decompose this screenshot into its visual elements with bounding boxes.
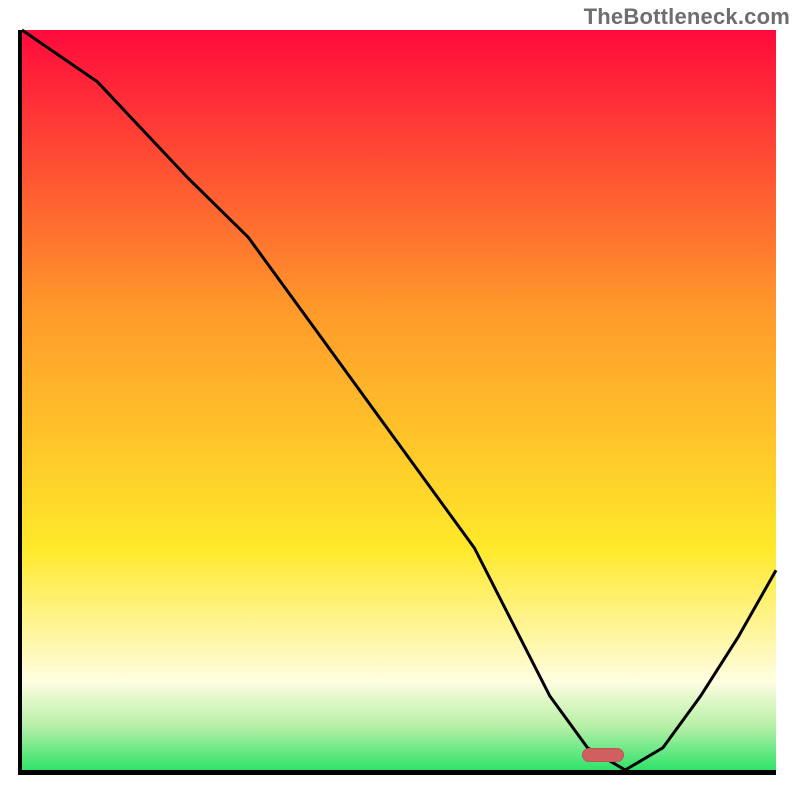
plot-frame-left	[18, 30, 22, 774]
bottleneck-chart	[0, 0, 800, 800]
plot-frame-bottom	[18, 770, 776, 775]
plot-background	[22, 30, 776, 770]
sweet-spot-marker	[582, 748, 624, 762]
chart-stage: TheBottleneck.com	[0, 0, 800, 800]
